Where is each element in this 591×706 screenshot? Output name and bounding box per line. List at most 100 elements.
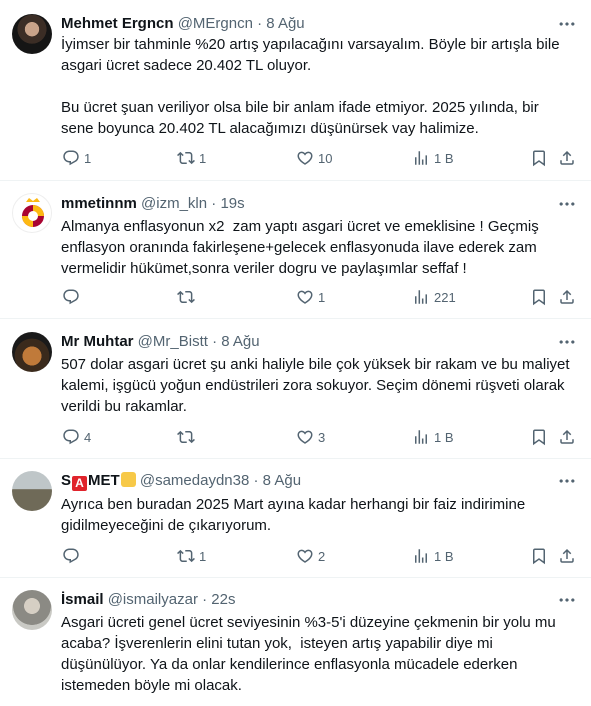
heart-icon <box>296 547 314 565</box>
heart-icon <box>296 428 314 446</box>
like-button[interactable]: 10 <box>296 147 332 169</box>
reply-button[interactable]: 1 <box>62 147 91 169</box>
timestamp[interactable]: 8 Ağu <box>221 333 259 350</box>
separator: · <box>212 333 218 350</box>
tweet[interactable]: mmetinnm @izm_kln · 19s Almanya enflasyo… <box>0 181 591 319</box>
views-button[interactable]: 1 B <box>412 545 454 567</box>
like-button[interactable]: 2 <box>296 545 325 567</box>
bookmark-icon <box>530 547 548 565</box>
author-handle[interactable]: @samedaydn38 <box>140 472 249 489</box>
views-count: 221 <box>434 289 456 305</box>
bookmark-button[interactable] <box>530 426 548 448</box>
bookmark-icon <box>530 428 548 446</box>
separator: · <box>211 195 217 212</box>
tweet-text: İyimser bir tahminle %20 artış yapılacağ… <box>61 36 560 137</box>
more-options-icon[interactable] <box>557 471 577 491</box>
share-icon <box>558 428 576 446</box>
tweet[interactable]: S A MET @samedaydn38 · 8 Ağu Ayrıca ben bu… <box>0 459 591 578</box>
views-chart-icon <box>412 288 430 306</box>
bookmark-icon <box>530 149 548 167</box>
retweet-icon <box>177 149 195 167</box>
author-name[interactable]: İsmail <box>61 591 104 608</box>
author-handle[interactable]: @MErgncn <box>178 15 253 32</box>
tweet[interactable]: Mehmet Ergncn @MErgncn · 8 Ağu İyimser b… <box>0 0 591 181</box>
views-count: 1 B <box>434 429 454 445</box>
timestamp[interactable]: 8 Ağu <box>263 472 301 489</box>
more-options-icon[interactable] <box>557 332 577 352</box>
share-button[interactable] <box>558 286 576 308</box>
timestamp[interactable]: 8 Ağu <box>266 15 304 32</box>
reply-count: 4 <box>84 429 92 445</box>
retweet-button[interactable]: 1 <box>177 545 206 567</box>
retweet-button[interactable] <box>177 426 199 448</box>
like-count: 3 <box>318 429 326 445</box>
tweet-text: Asgari ücreti genel ücret seviyesinin %3… <box>61 614 560 694</box>
reply-button[interactable] <box>62 286 84 308</box>
like-button[interactable]: 1 <box>296 286 325 308</box>
retweet-button[interactable] <box>177 286 199 308</box>
retweet-icon <box>177 547 195 565</box>
bookmark-button[interactable] <box>530 545 548 567</box>
tweet[interactable]: İsmail @ismailyazar · 22s Asgari ücreti … <box>0 578 591 706</box>
views-chart-icon <box>412 149 430 167</box>
retweet-button[interactable]: 1 <box>177 147 206 169</box>
retweet-icon <box>177 288 195 306</box>
views-count: 1 B <box>434 150 454 166</box>
author-handle[interactable]: @Mr_Bistt <box>138 333 208 350</box>
more-options-icon[interactable] <box>557 14 577 34</box>
reply-button[interactable]: 4 <box>62 426 91 448</box>
reply-icon <box>62 149 80 167</box>
retweet-count: 1 <box>199 150 207 166</box>
bookmark-button[interactable] <box>530 147 548 169</box>
tweet-text: Ayrıca ben buradan 2025 Mart ayına kadar… <box>61 496 530 534</box>
heart-icon <box>296 149 314 167</box>
author-handle[interactable]: @ismailyazar <box>108 591 198 608</box>
reply-icon <box>62 428 80 446</box>
emoji-icon <box>120 472 136 487</box>
share-icon <box>558 149 576 167</box>
avatar[interactable] <box>12 332 52 372</box>
like-count: 10 <box>318 150 333 166</box>
reply-icon <box>62 288 80 306</box>
reply-count: 1 <box>84 150 92 166</box>
timestamp[interactable]: 22s <box>211 591 235 608</box>
avatar[interactable] <box>12 193 52 233</box>
author-name[interactable]: Mr Muhtar <box>61 333 134 350</box>
bookmark-button[interactable] <box>530 286 548 308</box>
like-button[interactable]: 3 <box>296 426 325 448</box>
avatar[interactable] <box>12 14 52 54</box>
timestamp[interactable]: 19s <box>220 195 244 212</box>
author-handle[interactable]: @izm_kln <box>141 195 207 212</box>
author-name[interactable]: S A MET <box>61 472 136 491</box>
avatar[interactable] <box>12 590 52 630</box>
galatasaray-logo <box>22 198 44 227</box>
more-options-icon[interactable] <box>557 194 577 214</box>
share-icon <box>558 288 576 306</box>
author-name[interactable]: Mehmet Ergncn <box>61 15 174 32</box>
letter-a-emoji: A <box>72 476 88 491</box>
avatar[interactable] <box>12 471 52 511</box>
reply-icon <box>62 547 80 565</box>
separator: · <box>202 591 208 608</box>
tweet-text: Almanya enflasyonun x2 zam yaptı asgari … <box>61 218 543 277</box>
heart-icon <box>296 288 314 306</box>
retweet-count: 1 <box>199 548 207 564</box>
views-button[interactable]: 1 B <box>412 426 454 448</box>
retweet-icon <box>177 428 195 446</box>
reply-button[interactable] <box>62 545 84 567</box>
tweet[interactable]: Mr Muhtar @Mr_Bistt · 8 Ağu 507 dolar as… <box>0 319 591 459</box>
author-name[interactable]: mmetinnm <box>61 195 137 212</box>
views-count: 1 B <box>434 548 454 564</box>
separator: · <box>257 15 263 32</box>
share-icon <box>558 547 576 565</box>
like-count: 2 <box>318 548 326 564</box>
share-button[interactable] <box>558 147 576 169</box>
share-button[interactable] <box>558 426 576 448</box>
bookmark-icon <box>530 288 548 306</box>
more-options-icon[interactable] <box>557 590 577 610</box>
views-button[interactable]: 221 <box>412 286 456 308</box>
separator: · <box>253 472 259 489</box>
share-button[interactable] <box>558 545 576 567</box>
views-chart-icon <box>412 428 430 446</box>
views-button[interactable]: 1 B <box>412 147 454 169</box>
